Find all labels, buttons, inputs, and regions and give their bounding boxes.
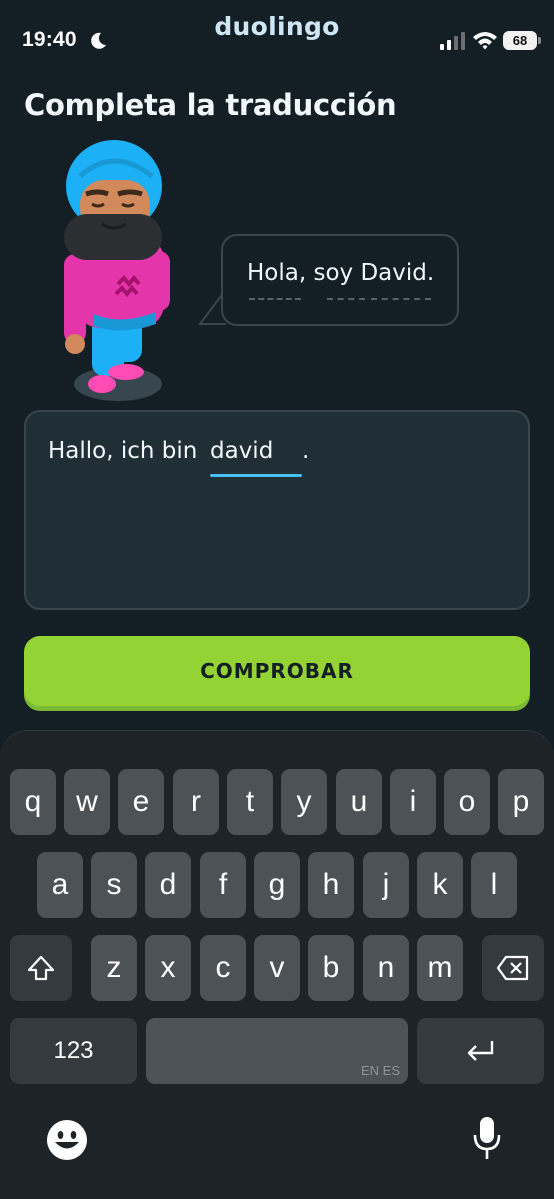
key-s[interactable]: s <box>91 852 137 918</box>
shift-key[interactable] <box>10 935 72 1001</box>
shift-icon <box>27 955 55 981</box>
word-hint-underline <box>249 298 301 300</box>
character-illustration <box>64 140 170 401</box>
status-bar: 19:40 duolingo 68 <box>0 0 554 80</box>
key-z[interactable]: z <box>91 935 137 1001</box>
key-k[interactable]: k <box>417 852 463 918</box>
key-x[interactable]: x <box>145 935 191 1001</box>
answer-box: Hallo, ich bin david . <box>24 410 530 610</box>
word-hint-underline <box>371 298 431 300</box>
key-e[interactable]: e <box>118 769 164 835</box>
emoji-icon[interactable] <box>46 1119 88 1161</box>
page-title: Completa la traducción <box>24 88 397 122</box>
key-m[interactable]: m <box>417 935 463 1001</box>
key-g[interactable]: g <box>254 852 300 918</box>
key-y[interactable]: y <box>281 769 327 835</box>
answer-input-underline <box>210 474 302 477</box>
keyboard: q w e r t y u i o p a s d f g h j k l z … <box>0 730 554 1199</box>
key-t[interactable]: t <box>227 769 273 835</box>
key-w[interactable]: w <box>64 769 110 835</box>
key-q[interactable]: q <box>10 769 56 835</box>
space-key[interactable]: EN ES <box>146 1018 408 1084</box>
backspace-key[interactable] <box>482 935 544 1001</box>
backspace-icon <box>496 955 529 981</box>
prompt-sentence[interactable]: Hola, soy David. <box>247 260 434 286</box>
word-hint-underline <box>327 298 365 300</box>
return-icon <box>467 1041 493 1061</box>
return-key[interactable] <box>417 1018 544 1084</box>
duolingo-logo: duolingo <box>214 12 340 41</box>
key-l[interactable]: l <box>471 852 517 918</box>
check-button[interactable]: COMPROBAR <box>24 636 530 706</box>
wifi-icon <box>473 32 497 50</box>
key-b[interactable]: b <box>308 935 354 1001</box>
key-a[interactable]: a <box>37 852 83 918</box>
speech-bubble: Hola, soy David. <box>221 234 459 326</box>
key-v[interactable]: v <box>254 935 300 1001</box>
key-c[interactable]: c <box>200 935 246 1001</box>
signal-icon <box>440 32 465 50</box>
keyboard-language-label: EN ES <box>360 1063 400 1078</box>
key-o[interactable]: o <box>444 769 490 835</box>
answer-prefix: Hallo, ich bin <box>48 438 198 464</box>
answer-input[interactable]: david <box>210 438 304 464</box>
battery-icon: 68 <box>503 31 541 50</box>
answer-suffix: . <box>302 438 310 464</box>
key-h[interactable]: h <box>308 852 354 918</box>
microphone-icon[interactable] <box>472 1115 502 1161</box>
numbers-key[interactable]: 123 <box>10 1018 137 1084</box>
key-j[interactable]: j <box>363 852 409 918</box>
key-f[interactable]: f <box>200 852 246 918</box>
key-u[interactable]: u <box>336 769 382 835</box>
key-i[interactable]: i <box>390 769 436 835</box>
key-p[interactable]: p <box>498 769 544 835</box>
key-n[interactable]: n <box>363 935 409 1001</box>
key-d[interactable]: d <box>145 852 191 918</box>
key-r[interactable]: r <box>173 769 219 835</box>
